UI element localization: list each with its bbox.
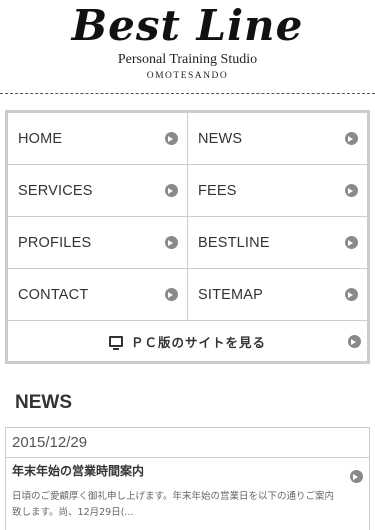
circle-chevron-right-icon — [350, 470, 363, 483]
menu-item-label: CONTACT — [18, 286, 89, 303]
circle-chevron-right-icon — [165, 236, 178, 249]
circle-chevron-right-icon — [348, 335, 361, 348]
pc-site-link[interactable]: ＰＣ版のサイトを見る — [8, 321, 367, 361]
monitor-icon — [108, 335, 123, 350]
main-menu: HOME NEWS SERVICES FEES PROFILES BESTLIN… — [5, 110, 370, 364]
circle-chevron-right-icon — [165, 132, 178, 145]
menu-item-services[interactable]: SERVICES — [8, 165, 188, 217]
menu-item-profiles[interactable]: PROFILES — [8, 217, 188, 269]
circle-chevron-right-icon — [345, 288, 358, 301]
menu-item-label: SERVICES — [18, 182, 93, 199]
news-excerpt: 日頃のご愛顧厚く御礼申し上げます。年末年始の営業日を以下の通りご案内致します。尚… — [12, 491, 335, 518]
menu-item-label: PROFILES — [18, 234, 92, 251]
site-location: OMOTESANDO — [146, 71, 229, 81]
site-tagline: Personal Training Studio — [117, 52, 258, 67]
menu-item-sitemap[interactable]: SITEMAP — [188, 269, 367, 321]
news-section-heading: NEWS — [15, 392, 72, 413]
circle-chevron-right-icon — [165, 184, 178, 197]
circle-chevron-right-icon — [345, 236, 358, 249]
menu-item-label: FEES — [198, 182, 237, 199]
news-item[interactable]: 2015/12/29 年末年始の営業時間案内 日頃のご愛顧厚く御礼申し上げます。… — [5, 427, 370, 530]
news-title[interactable]: 年末年始の営業時間案内 — [12, 463, 144, 479]
circle-chevron-right-icon — [345, 184, 358, 197]
header-divider — [0, 93, 375, 94]
menu-item-label: NEWS — [198, 130, 243, 147]
menu-item-contact[interactable]: CONTACT — [8, 269, 188, 321]
menu-item-bestline[interactable]: BESTLINE — [188, 217, 367, 269]
menu-item-home[interactable]: HOME — [8, 113, 188, 165]
menu-item-label: SITEMAP — [198, 286, 264, 303]
menu-item-fees[interactable]: FEES — [188, 165, 367, 217]
menu-item-news[interactable]: NEWS — [188, 113, 367, 165]
circle-chevron-right-icon — [345, 132, 358, 145]
circle-chevron-right-icon — [165, 288, 178, 301]
site-header: Best Line Personal Training Studio OMOTE… — [0, 0, 375, 96]
news-divider — [6, 457, 369, 458]
pc-site-link-label: ＰＣ版のサイトを見る — [130, 334, 266, 350]
menu-item-label: BESTLINE — [198, 234, 270, 251]
site-logo[interactable]: Best Line — [0, 2, 375, 50]
news-date: 2015/12/29 — [12, 434, 88, 451]
menu-item-label: HOME — [18, 130, 63, 147]
